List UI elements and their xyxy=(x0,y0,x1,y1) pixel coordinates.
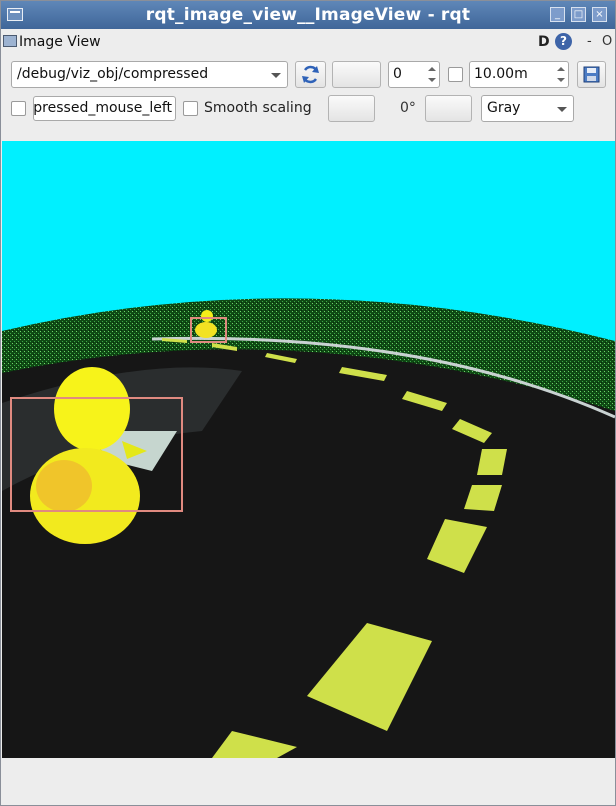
rotate-left-button[interactable] xyxy=(328,95,375,122)
maximize-window-button[interactable]: □ xyxy=(571,7,586,22)
color-scheme-select[interactable]: Gray xyxy=(481,95,574,122)
refresh-icon xyxy=(302,65,319,84)
rotation-label: 0° xyxy=(400,100,416,116)
mouse-topic-value: pressed_mouse_left xyxy=(33,100,172,116)
topic-value: /debug/viz_obj/compressed xyxy=(17,66,209,82)
status-area xyxy=(1,758,615,805)
topic-select[interactable]: /debug/viz_obj/compressed xyxy=(11,61,288,88)
dock-button[interactable]: D xyxy=(538,34,550,50)
spin-up-icon[interactable] xyxy=(557,67,565,71)
spin-down-icon[interactable] xyxy=(557,78,565,82)
color-scheme-value: Gray xyxy=(487,100,521,116)
refresh-topics-button[interactable] xyxy=(295,61,326,88)
spin-up-icon[interactable] xyxy=(428,67,436,71)
rotate-right-button[interactable] xyxy=(425,95,472,122)
close-window-button[interactable]: × xyxy=(592,7,607,22)
zoom-fit-button[interactable] xyxy=(332,61,381,88)
smooth-scaling-label: Smooth scaling xyxy=(204,100,312,116)
image-display[interactable] xyxy=(2,141,615,758)
rate-checkbox[interactable] xyxy=(448,67,463,82)
plugin-title: Image View xyxy=(19,34,101,50)
application-window: rqt_image_view__ImageView - rqt _ □ × Im… xyxy=(0,0,616,806)
spin-down-icon[interactable] xyxy=(428,78,436,82)
publish-mouse-checkbox[interactable] xyxy=(11,101,26,116)
save-image-button[interactable] xyxy=(577,61,606,88)
plugin-minimize-button[interactable]: - xyxy=(587,34,592,49)
plugin-header: Image View D ? - O xyxy=(1,29,615,55)
title-bar[interactable]: rqt_image_view__ImageView - rqt _ □ × xyxy=(1,1,615,29)
chevron-down-icon xyxy=(271,73,281,78)
plugin-close-button[interactable]: O xyxy=(602,34,612,49)
zoom-value: 0 xyxy=(393,66,402,82)
smooth-scaling-checkbox[interactable] xyxy=(183,101,198,116)
minimize-window-button[interactable]: _ xyxy=(550,7,565,22)
save-icon xyxy=(583,66,600,83)
chevron-down-icon xyxy=(557,107,567,112)
help-button[interactable]: ? xyxy=(555,33,572,50)
zoom-spinbox[interactable]: 0 xyxy=(388,61,440,88)
window-title: rqt_image_view__ImageView - rqt xyxy=(145,5,471,25)
camera-image xyxy=(2,141,615,758)
rate-spinbox[interactable]: 10.00m xyxy=(469,61,569,88)
image-view-icon xyxy=(3,35,17,47)
mouse-topic-field[interactable]: pressed_mouse_left xyxy=(33,96,176,121)
rate-value: 10.00m xyxy=(474,66,528,82)
